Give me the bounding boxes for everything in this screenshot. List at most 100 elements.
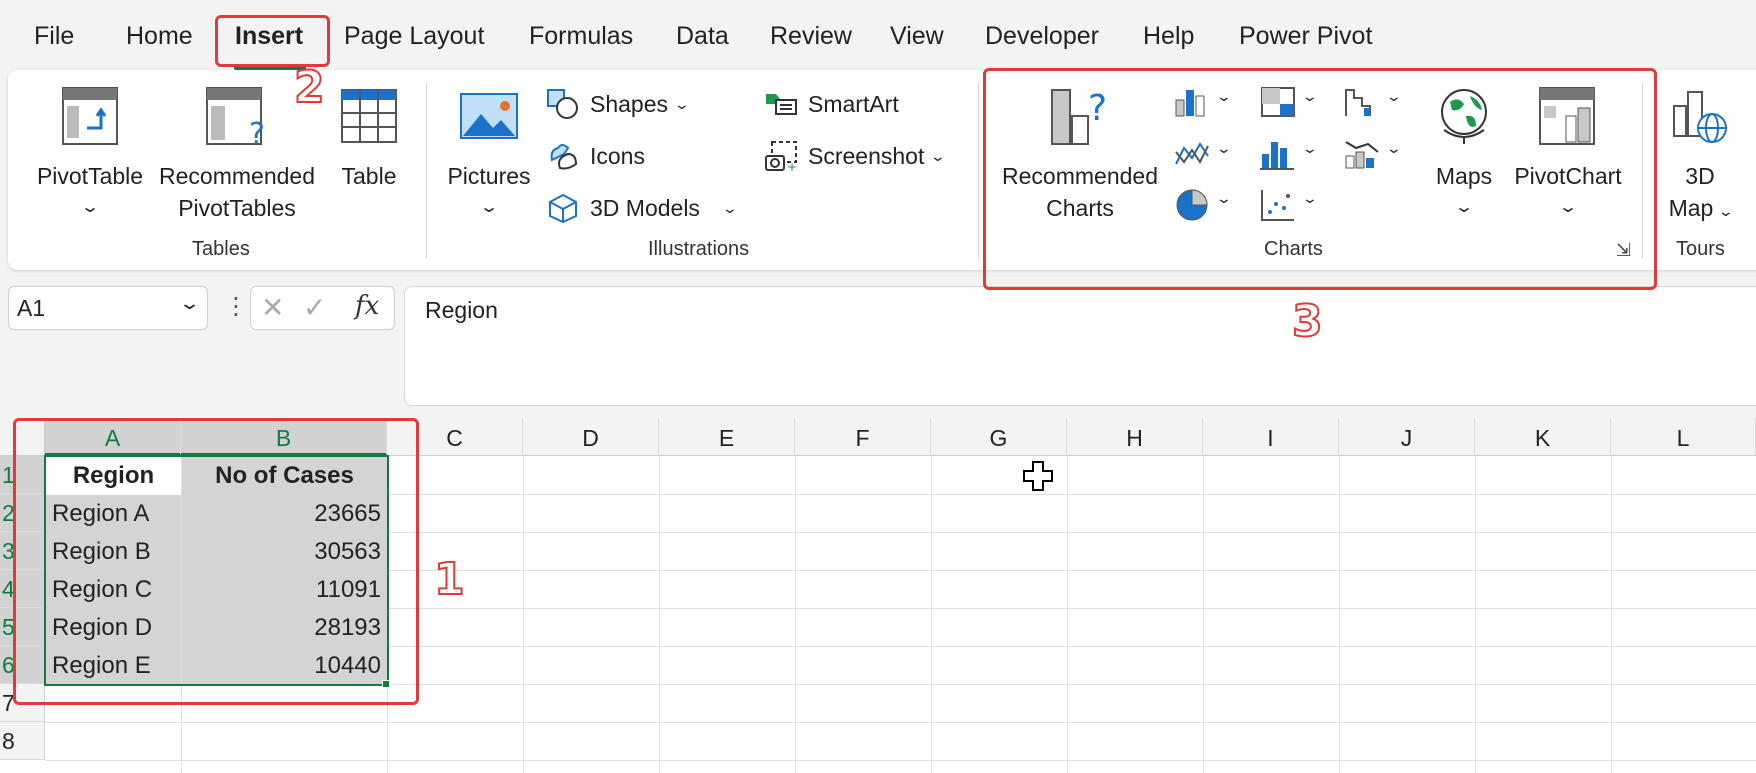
table-button[interactable]: Table [336, 86, 402, 192]
chevron-down-icon: ⌄ [1301, 190, 1319, 206]
chevron-down-icon: ⌄ [721, 199, 739, 216]
recommended-charts-button[interactable]: ? Recommended Charts [996, 86, 1164, 224]
tab-page-layout[interactable]: Page Layout [344, 22, 484, 51]
tab-view[interactable]: View [890, 22, 944, 51]
tab-file[interactable]: File [34, 22, 74, 51]
tab-data[interactable]: Data [676, 22, 729, 51]
tables-group-label: Tables [192, 238, 250, 260]
column-header-e[interactable]: E [659, 418, 795, 456]
line-chart-button[interactable]: ⌄ [1174, 138, 1232, 175]
3d-map-button[interactable]: 3D Map ⌄ [1660, 86, 1740, 227]
row-header-8[interactable]: 8 [0, 722, 45, 760]
icons-label: Icons [590, 142, 645, 169]
smartart-button[interactable]: SmartArt [764, 88, 899, 120]
row-header-1[interactable]: 1 [0, 456, 45, 494]
formula-controls: ✕ ✓ fx [250, 286, 395, 330]
svg-text:?: ? [249, 117, 265, 146]
pictures-button[interactable]: Pictures ⌄ [444, 86, 534, 224]
recommended-charts-label-2: Charts [1046, 195, 1114, 221]
shapes-icon [547, 89, 578, 119]
table-label: Table [341, 163, 397, 189]
more-options-icon[interactable]: ⋮ [224, 292, 248, 321]
chevron-down-icon: ⌄ [478, 199, 500, 216]
gridline [931, 456, 932, 773]
column-header-b[interactable]: B [181, 418, 387, 456]
pictures-label: Pictures [447, 163, 531, 189]
tab-formulas[interactable]: Formulas [529, 22, 633, 51]
screenshot-label: Screenshot [808, 142, 925, 169]
name-box[interactable]: A1 ⌄ [8, 286, 208, 330]
tab-developer[interactable]: Developer [985, 22, 1099, 51]
chevron-down-icon: ⌄ [1717, 203, 1734, 219]
cancel-icon[interactable]: ✕ [261, 291, 284, 324]
row-header-5[interactable]: 5 [0, 608, 45, 646]
annotation-step-3: 3 [1291, 295, 1324, 348]
tab-review[interactable]: Review [770, 22, 852, 51]
column-header-k[interactable]: K [1475, 418, 1611, 456]
column-header-i[interactable]: I [1203, 418, 1339, 456]
chevron-down-icon: ⌄ [178, 293, 201, 313]
formula-input[interactable]: Region [404, 286, 1756, 406]
icons-icon [550, 144, 578, 170]
tab-home[interactable]: Home [126, 22, 193, 51]
shapes-button[interactable]: Shapes ⌄ [546, 88, 691, 120]
dialog-launcher-icon[interactable]: ⇲ [1616, 240, 1631, 261]
ribbon-separator [1642, 82, 1643, 258]
screenshot-button[interactable]: + Screenshot ⌄ [764, 140, 947, 172]
insert-function-icon[interactable]: fx [355, 291, 379, 321]
pivotchart-icon [1539, 87, 1595, 145]
row-header-4[interactable]: 4 [0, 570, 45, 608]
pivottable-button[interactable]: PivotTable ⌄ [30, 86, 150, 224]
chevron-down-icon: ⌄ [79, 199, 101, 216]
chevron-down-icon: ⌄ [1385, 140, 1403, 156]
column-header-f[interactable]: F [795, 418, 931, 456]
waterfall-chart-button[interactable]: ⌄ [1344, 86, 1402, 123]
tab-help[interactable]: Help [1143, 22, 1194, 51]
scatter-chart-button[interactable]: ⌄ [1260, 188, 1318, 227]
enter-check-icon[interactable]: ✓ [303, 291, 326, 324]
tab-insert[interactable]: Insert [235, 22, 303, 51]
column-header-g[interactable]: G [931, 418, 1067, 456]
row-header-6[interactable]: 6 [0, 646, 45, 684]
chevron-down-icon: ⌄ [1215, 190, 1233, 206]
row-header-3[interactable]: 3 [0, 532, 45, 570]
gridline [45, 760, 1756, 761]
icons-button[interactable]: Icons [546, 140, 645, 172]
svg-text:+: + [787, 160, 797, 172]
pivotchart-label: PivotChart [1514, 163, 1622, 189]
screenshot-icon: + [765, 141, 797, 172]
fill-handle[interactable] [382, 680, 390, 688]
column-header-l[interactable]: L [1611, 418, 1756, 456]
statistic-chart-icon [1260, 142, 1294, 170]
name-box-value: A1 [17, 295, 46, 321]
column-header-h[interactable]: H [1067, 418, 1203, 456]
chevron-down-icon: ⌄ [1301, 88, 1319, 104]
scatter-chart-icon [1261, 190, 1294, 221]
recommended-pivottables-icon: ? [206, 87, 265, 152]
select-all-corner[interactable] [0, 418, 45, 456]
pie-chart-icon [1176, 189, 1208, 221]
row-header-7[interactable]: 7 [0, 684, 45, 722]
gridline [1475, 456, 1476, 773]
hierarchy-chart-button[interactable]: ⌄ [1260, 86, 1318, 123]
column-header-a[interactable]: A [45, 418, 181, 456]
pivotchart-button[interactable]: PivotChart ⌄ [1510, 86, 1626, 224]
chevron-down-icon: ⌄ [673, 95, 691, 112]
combo-chart-button[interactable]: ⌄ [1344, 138, 1402, 175]
tab-power-pivot[interactable]: Power Pivot [1239, 22, 1372, 51]
pie-chart-button[interactable]: ⌄ [1174, 188, 1232, 227]
chevron-down-icon: ⌄ [930, 147, 947, 164]
globe-icon [1441, 89, 1487, 144]
statistic-chart-button[interactable]: ⌄ [1260, 138, 1318, 175]
3d-models-icon [549, 193, 577, 224]
gridline [523, 456, 524, 773]
gridline [1611, 456, 1612, 773]
selection-range-border [44, 455, 389, 686]
waterfall-chart-icon [1345, 89, 1371, 116]
column-header-d[interactable]: D [523, 418, 659, 456]
row-header-2[interactable]: 2 [0, 494, 45, 532]
column-chart-button[interactable]: ⌄ [1174, 86, 1232, 123]
column-header-c[interactable]: C [387, 418, 523, 456]
3d-models-button[interactable]: 3D Models ⌄ [546, 192, 739, 224]
column-header-j[interactable]: J [1339, 418, 1475, 456]
